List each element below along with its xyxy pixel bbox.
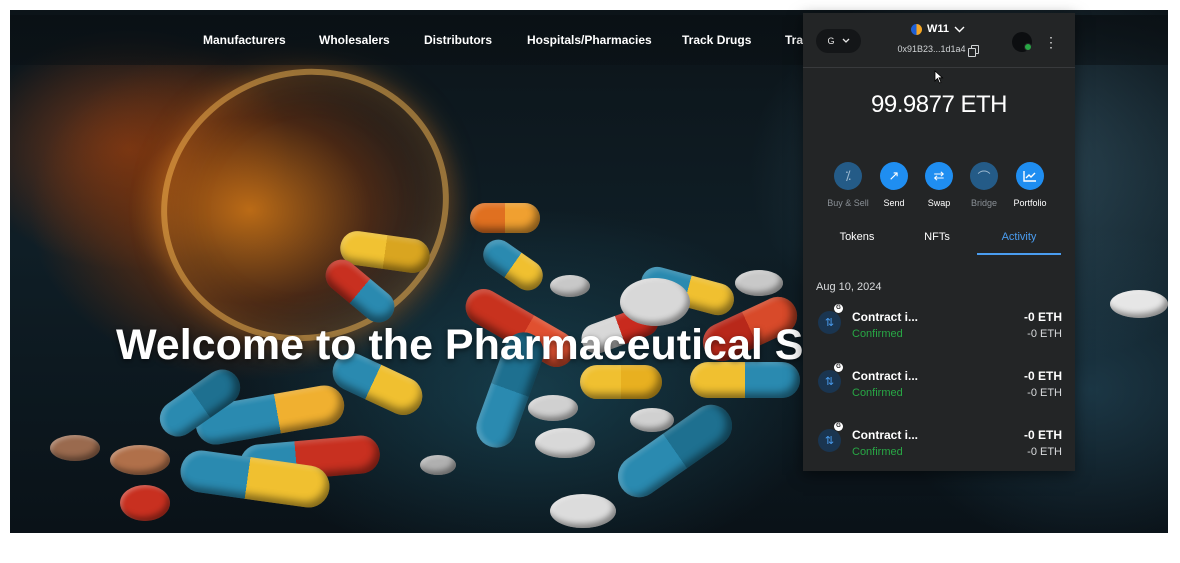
nav-link-hospitals-pharmacies[interactable]: Hospitals/Pharmacies (527, 15, 652, 65)
copy-icon[interactable] (967, 44, 979, 57)
bridge-icon: ⌒ (970, 162, 998, 190)
tablet (420, 455, 456, 475)
activity-amount: -0 ETH (1023, 310, 1062, 324)
nav-link-distributors[interactable]: Distributors (424, 15, 492, 65)
nav-link-tra[interactable]: Tra (785, 15, 803, 65)
activity-title: Contract i... (852, 428, 919, 442)
buy-sell-icon: ⁒ (834, 162, 862, 190)
tab-nfts[interactable]: NFTs (897, 231, 977, 255)
activity-fiat-amount: -0 ETH (1027, 446, 1062, 458)
wallet-header: G W11 0x91B23...1d1a4 ⋮ (803, 13, 1075, 68)
chevron-down-icon (954, 26, 965, 32)
activity-status: Confirmed (852, 446, 903, 458)
nav-link-manufacturers[interactable]: Manufacturers (203, 15, 286, 65)
activity-fiat-amount: -0 ETH (1027, 387, 1062, 399)
hero-title: Welcome to the Pharmaceutical S (116, 321, 804, 369)
network-label: G (827, 36, 835, 46)
tablet (630, 408, 674, 432)
swap-icon: ⇄ (925, 162, 953, 190)
tablet (550, 494, 616, 528)
activity-title: Contract i... (852, 369, 919, 383)
tablet (535, 428, 595, 458)
capsule (580, 365, 662, 399)
account-address-row[interactable]: 0x91B23...1d1a4 (873, 44, 1003, 57)
account-address: 0x91B23...1d1a4 (897, 44, 966, 54)
wallet-popup: G W11 0x91B23...1d1a4 ⋮ 99.9877 ETH ⁒ Bu… (803, 13, 1075, 471)
tablet (550, 275, 590, 297)
portfolio-icon (1016, 162, 1044, 190)
network-picker[interactable]: G (816, 29, 861, 53)
wallet-tabs: Tokens NFTs Activity (817, 231, 1061, 255)
activity-title: Contract i... (852, 310, 919, 324)
network-badge-icon: G (834, 363, 843, 372)
capsule (477, 233, 549, 297)
account-name: W11 (926, 23, 949, 35)
balance-amount: 99.9877 ETH (871, 91, 1007, 118)
send-button[interactable]: ↗ Send (871, 162, 917, 208)
wallet-actions: ⁒ Buy & Sell ↗ Send ⇄ Swap ⌒ Bridge Port… (821, 162, 1057, 210)
account-selector[interactable]: W11 0x91B23...1d1a4 (873, 23, 1003, 57)
chevron-down-icon (842, 38, 849, 43)
activity-status: Confirmed (852, 328, 903, 340)
account-avatar-icon (910, 23, 922, 35)
tab-activity[interactable]: Activity (977, 231, 1061, 255)
tablet (50, 435, 100, 461)
bridge-button[interactable]: ⌒ Bridge (961, 162, 1007, 208)
contract-interaction-icon: ⇅ (818, 311, 841, 334)
mouse-cursor-icon (934, 70, 944, 84)
tablet (620, 278, 690, 326)
network-badge-icon: G (834, 422, 843, 431)
tablet (110, 445, 170, 475)
nav-link-track-drugs[interactable]: Track Drugs (682, 15, 751, 65)
capsule (609, 396, 741, 506)
capsule (470, 203, 540, 233)
tab-tokens[interactable]: Tokens (817, 231, 897, 255)
portfolio-button[interactable]: Portfolio (1007, 162, 1053, 208)
connected-site-icon[interactable] (1012, 32, 1032, 52)
tablet (528, 395, 578, 421)
activity-status: Confirmed (852, 387, 903, 399)
activity-amount: -0 ETH (1023, 428, 1062, 442)
tablet (120, 485, 170, 521)
send-icon: ↗ (880, 162, 908, 190)
nav-link-wholesalers[interactable]: Wholesalers (319, 15, 390, 65)
network-badge-icon: G (834, 304, 843, 313)
activity-fiat-amount: -0 ETH (1027, 328, 1062, 340)
tablet (1110, 290, 1168, 318)
buy-sell-button[interactable]: ⁒ Buy & Sell (825, 162, 871, 208)
contract-interaction-icon: ⇅ (818, 429, 841, 452)
activity-item[interactable]: ⇅ G Contract i... Confirmed -0 ETH -0 ET… (803, 363, 1075, 417)
activity-item[interactable]: ⇅ G Contract i... Confirmed -0 ETH -0 ET… (803, 422, 1075, 471)
more-options-icon[interactable]: ⋮ (1044, 32, 1058, 52)
activity-amount: -0 ETH (1023, 369, 1062, 383)
tablet (735, 270, 783, 296)
contract-interaction-icon: ⇅ (818, 370, 841, 393)
activity-date-header: Aug 10, 2024 (816, 281, 882, 293)
activity-item[interactable]: ⇅ G Contract i... Confirmed -0 ETH -0 ET… (803, 304, 1075, 358)
swap-button[interactable]: ⇄ Swap (916, 162, 962, 208)
